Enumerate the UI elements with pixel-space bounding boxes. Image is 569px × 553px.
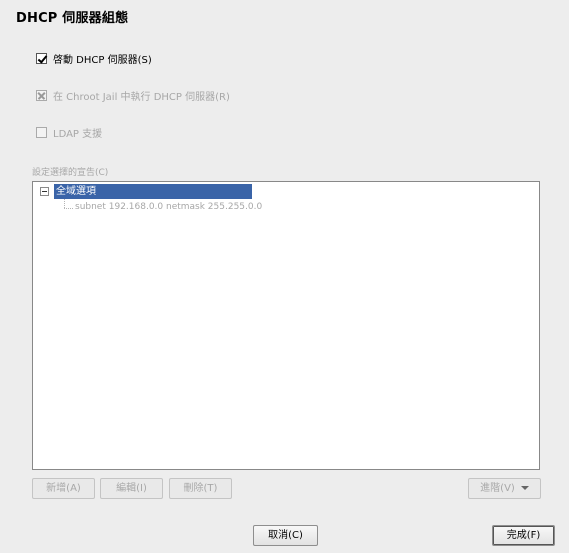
ldap-support-checkbox	[36, 127, 47, 138]
chevron-down-icon	[520, 486, 529, 490]
tree-item-global-options[interactable]: 全域選項	[54, 184, 252, 199]
tree-connector-branch	[64, 208, 73, 209]
start-dhcp-checkbox-row[interactable]: 啓動 DHCP 伺服器(S)	[36, 51, 152, 66]
advanced-button[interactable]: 進階(V)	[468, 478, 541, 499]
ldap-support-label: LDAP 支援	[53, 129, 103, 140]
tree-connector-line	[64, 199, 65, 208]
advanced-label: 進階(V)	[480, 483, 515, 494]
start-dhcp-checkbox[interactable]	[36, 53, 47, 64]
collapse-icon[interactable]	[40, 187, 49, 196]
ldap-support-checkbox-row: LDAP 支援	[36, 125, 102, 140]
declarations-label: 設定選擇的宣告(C)	[32, 168, 109, 178]
start-dhcp-label[interactable]: 啓動 DHCP 伺服器(S)	[53, 51, 152, 66]
add-button[interactable]: 新增(A)	[32, 478, 95, 499]
chroot-jail-checkbox	[36, 90, 47, 101]
delete-button[interactable]: 刪除(T)	[169, 478, 232, 499]
declarations-tree[interactable]: 全域選項 subnet 192.168.0.0 netmask 255.255.…	[32, 181, 540, 470]
chroot-jail-checkbox-row: 在 Chroot Jail 中執行 DHCP 伺服器(R)	[36, 88, 230, 103]
chroot-jail-label: 在 Chroot Jail 中執行 DHCP 伺服器(R)	[53, 92, 230, 103]
edit-button[interactable]: 編輯(I)	[100, 478, 163, 499]
finish-button[interactable]: 完成(F)	[492, 525, 555, 546]
cancel-button[interactable]: 取消(C)	[253, 525, 318, 546]
dialog-title: DHCP 伺服器組態	[16, 11, 129, 26]
tree-item-subnet[interactable]: subnet 192.168.0.0 netmask 255.255.0.0	[75, 202, 262, 212]
